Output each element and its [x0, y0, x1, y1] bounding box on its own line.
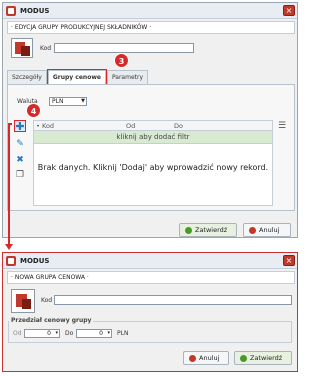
- window-title: MODUS: [20, 256, 50, 265]
- window-titlebar: MODUS ×: [3, 253, 297, 269]
- spin-icon: ▾: [107, 330, 110, 336]
- confirm-button[interactable]: Zatwierdź: [179, 223, 237, 237]
- cancel-icon: [189, 354, 196, 362]
- window-titlebar: MODUS ×: [3, 3, 297, 19]
- plus-icon: ✚: [15, 119, 25, 133]
- add-button[interactable]: ✚: [14, 119, 26, 133]
- section-title: NOWA GRUPA CENOWA: [14, 274, 86, 281]
- waluta-select[interactable]: PLN ▼: [49, 97, 87, 106]
- app-icon: [6, 255, 16, 266]
- chevron-down-icon: ▼: [81, 98, 85, 104]
- empty-message: Brak danych. Kliknij 'Dodaj' aby wprowad…: [37, 163, 269, 172]
- spin-icon: ▾: [55, 330, 58, 336]
- currency-label: PLN: [117, 330, 129, 337]
- od-value: 0: [47, 330, 51, 337]
- close-button[interactable]: ×: [283, 5, 295, 16]
- cancel-icon: [249, 226, 256, 234]
- col-od[interactable]: Od: [126, 122, 174, 130]
- grid-header: • Kod Od Do: [34, 121, 272, 131]
- col-do[interactable]: Do: [174, 122, 234, 130]
- edit-button[interactable]: ✎: [14, 138, 26, 150]
- section-header: · EDYCJA GRUPY PRODUKCYJNEJ SKŁADNIKÓW ·: [7, 21, 295, 34]
- od-label: Od: [13, 330, 22, 337]
- step-badge-3: 3: [114, 53, 129, 68]
- cancel-label: Anuluj: [199, 354, 220, 362]
- arrow-head-icon: [5, 244, 13, 250]
- window-title: MODUS: [20, 6, 50, 15]
- confirm-label: Zatwierdź: [250, 354, 283, 362]
- copy-button[interactable]: ❐: [14, 169, 26, 181]
- confirm-button[interactable]: Zatwierdź: [234, 351, 292, 365]
- tab-grupy-cenowe[interactable]: Grupy cenowe: [46, 69, 107, 85]
- x-icon: ✖: [16, 155, 24, 165]
- app-icon: [6, 5, 16, 16]
- kod-label: Kod: [40, 45, 52, 52]
- close-button[interactable]: ×: [283, 255, 295, 266]
- price-groups-grid: • Kod Od Do kliknij aby dodać filtr Brak…: [33, 120, 273, 206]
- cancel-label: Anuluj: [259, 226, 280, 234]
- new-price-group-window: MODUS × · NOWA GRUPA CENOWA · Kod Przedz…: [2, 252, 298, 372]
- kod-input[interactable]: [54, 295, 292, 305]
- step-badge-4: 4: [26, 103, 41, 118]
- confirm-label: Zatwierdź: [195, 226, 228, 234]
- copy-icon: ❐: [15, 170, 25, 180]
- columns-button[interactable]: ☰: [276, 120, 288, 132]
- check-icon: [240, 354, 247, 362]
- price-range-label: Przedział cenowy grupy: [9, 317, 94, 324]
- check-icon: [185, 226, 192, 234]
- od-input[interactable]: 0 ▾: [24, 329, 60, 338]
- tab-parametry[interactable]: Parametry: [106, 70, 149, 84]
- price-group-icon: [11, 289, 35, 313]
- do-value: 0: [99, 330, 103, 337]
- cancel-button[interactable]: Anuluj: [243, 223, 291, 237]
- tab-bar: Szczegóły Grupy cenowe Parametry: [7, 69, 149, 85]
- edit-group-window: MODUS × · EDYCJA GRUPY PRODUKCYJNEJ SKŁA…: [2, 2, 298, 238]
- delete-button[interactable]: ✖: [14, 154, 26, 166]
- filter-row[interactable]: kliknij aby dodać filtr: [34, 131, 272, 144]
- waluta-value: PLN: [52, 98, 64, 105]
- kod-input[interactable]: [54, 43, 194, 53]
- section-title: EDYCJA GRUPY PRODUKCYJNEJ SKŁADNIKÓW: [14, 24, 148, 31]
- do-input[interactable]: 0 ▾: [76, 329, 112, 338]
- tab-szczegoly[interactable]: Szczegóły: [7, 70, 47, 84]
- section-header: · NOWA GRUPA CENOWA ·: [7, 271, 295, 284]
- col-kod[interactable]: Kod: [42, 122, 126, 130]
- group-icon: [11, 38, 33, 58]
- cancel-button[interactable]: Anuluj: [183, 351, 229, 365]
- pencil-icon: ✎: [16, 139, 24, 149]
- list-icon: ☰: [277, 121, 287, 131]
- row-selector-icon: •: [36, 121, 40, 130]
- do-label: Do: [65, 330, 74, 337]
- kod-label: Kod: [41, 297, 53, 304]
- arrow-connector: [8, 123, 10, 247]
